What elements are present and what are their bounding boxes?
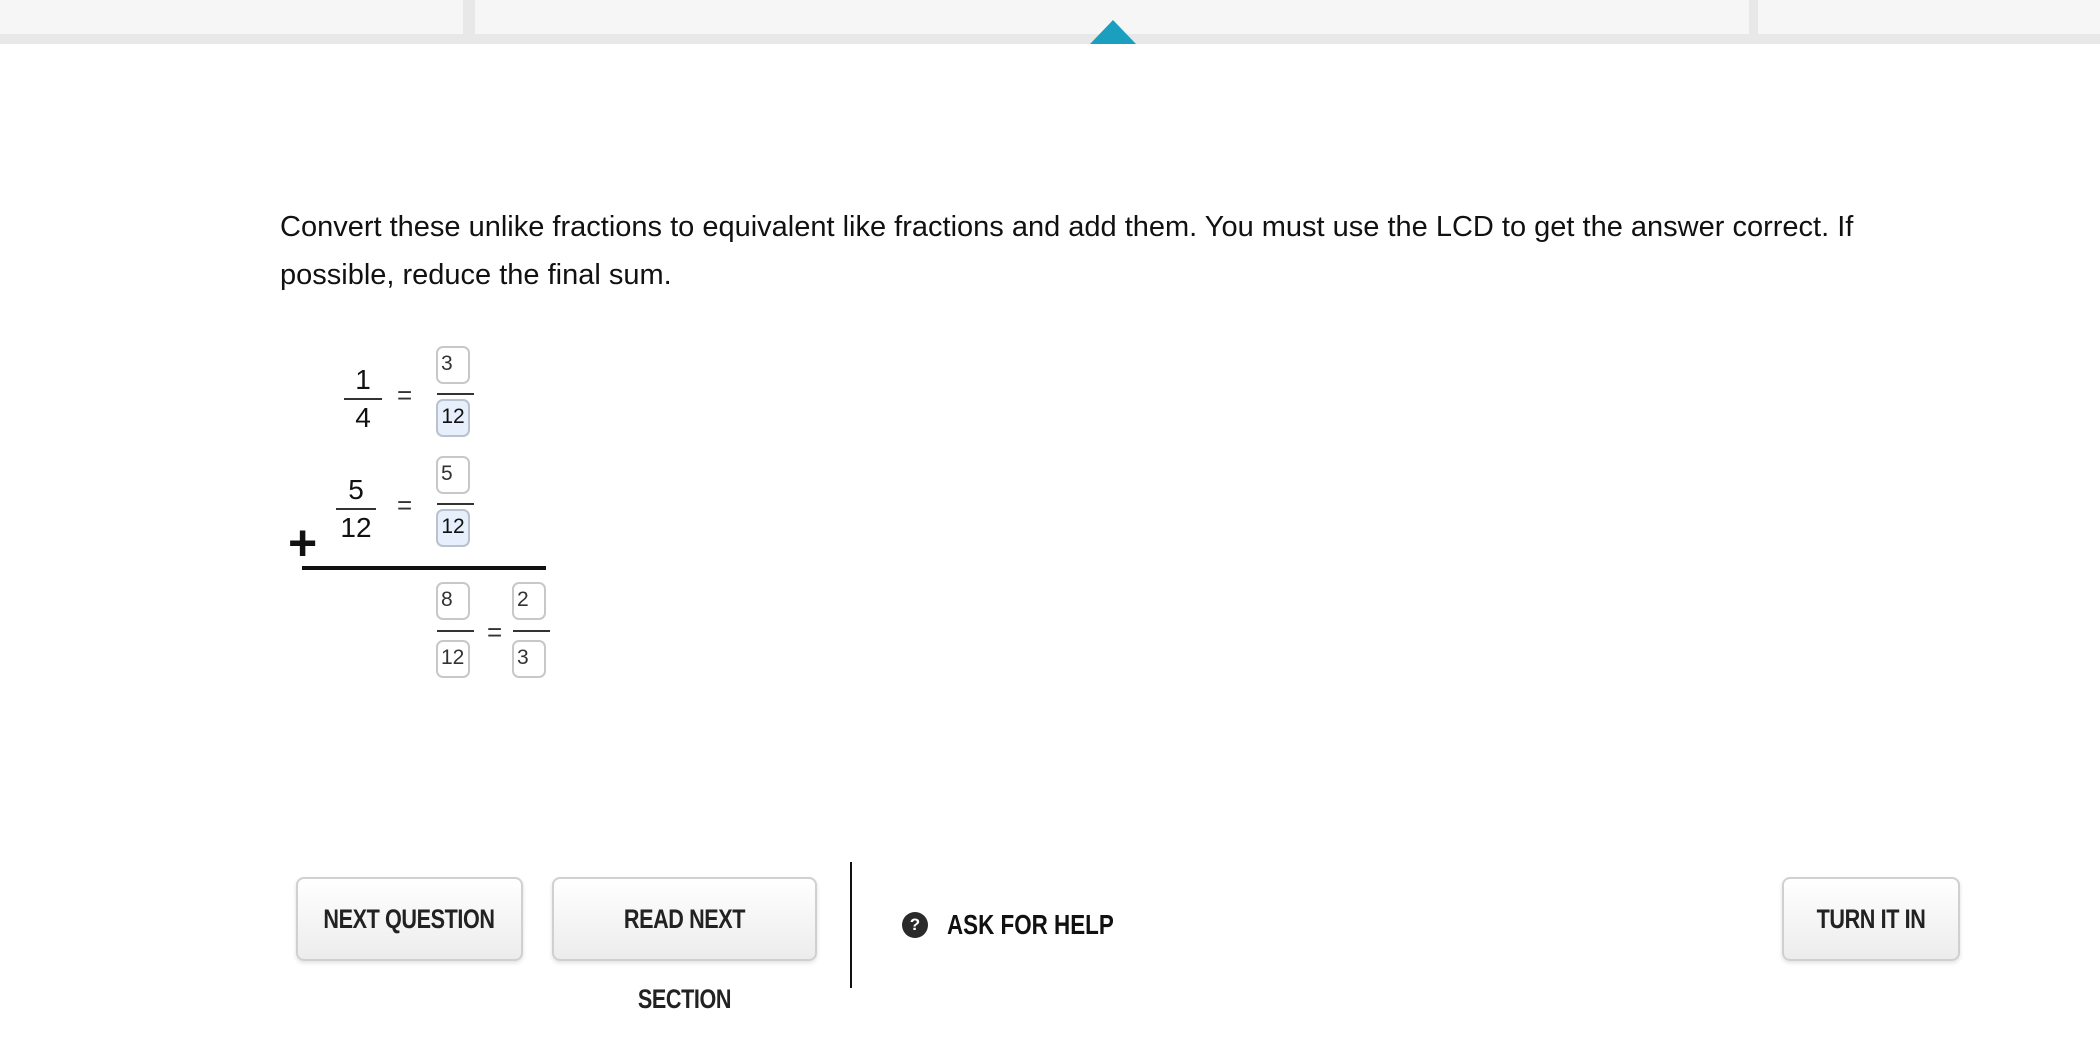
question-instructions: Convert these unlike fractions to equiva…: [280, 211, 1854, 291]
active-section-indicator-icon: [1090, 20, 1136, 44]
fraction-2-bar: [336, 508, 376, 510]
equals-sign-2: =: [397, 490, 413, 520]
turn-it-in-button[interactable]: TURN IT IN: [1782, 877, 1960, 961]
nav-segment-2[interactable]: [475, 0, 1061, 34]
equals-sign-1: =: [397, 380, 413, 410]
fraction-1-denominator: 4: [355, 402, 371, 433]
reduced-sum-bar: [513, 630, 550, 632]
nav-segment-1[interactable]: [0, 0, 463, 34]
read-next-section-button[interactable]: READ NEXT SECTION: [552, 877, 817, 1014]
sum-numerator-input[interactable]: 8: [436, 582, 470, 620]
fraction-2-denominator: 12: [340, 512, 372, 543]
fraction-2-numerator: 5: [348, 474, 364, 505]
question-circle-icon: ?: [902, 912, 928, 938]
next-question-label: NEXT QUESTION: [323, 904, 496, 934]
fraction-1-bar: [344, 398, 382, 400]
read-next-section-label: READ NEXT SECTION: [623, 904, 746, 1014]
page: Convert these unlike fractions to equiva…: [0, 0, 2100, 1054]
fraction-1-equiv-bar: [437, 393, 474, 395]
fraction-1-equiv-denominator-input[interactable]: 12: [436, 399, 470, 437]
reduced-sum-denominator-input[interactable]: 3: [512, 640, 546, 678]
ask-for-help-link[interactable]: ? ASK FOR HELP: [902, 905, 1155, 945]
fraction-1-numerator: 1: [355, 364, 371, 395]
action-divider: [850, 862, 852, 988]
fraction-1: 1 4: [344, 364, 382, 434]
fraction-1-equiv-numerator-input[interactable]: 3: [436, 346, 470, 384]
plus-sign: +: [288, 515, 318, 571]
nav-segment-4[interactable]: [1758, 0, 2100, 34]
turn-it-in-label: TURN IT IN: [1816, 904, 1926, 934]
sum-line: [302, 566, 546, 570]
fraction-2-equiv-denominator-input[interactable]: 12: [436, 509, 470, 547]
sum-denominator-input[interactable]: 12: [436, 640, 470, 678]
fraction-addition-problem: 1 4 = 3 12 5 12 + = 5 12 8 12 = 2 3: [280, 340, 600, 700]
nav-segment-3[interactable]: [1160, 0, 1749, 34]
ask-for-help-label: ASK FOR HELP: [947, 909, 1114, 940]
fraction-2-equiv-numerator-input[interactable]: 5: [436, 456, 470, 494]
reduced-sum-numerator-input[interactable]: 2: [512, 582, 546, 620]
top-navigation: [0, 0, 2100, 44]
sum-bar: [437, 630, 474, 632]
fraction-2: 5 12: [336, 474, 376, 544]
fraction-2-equiv-bar: [437, 503, 474, 505]
next-question-button[interactable]: NEXT QUESTION: [296, 877, 523, 961]
equals-sign-3: =: [487, 617, 503, 647]
